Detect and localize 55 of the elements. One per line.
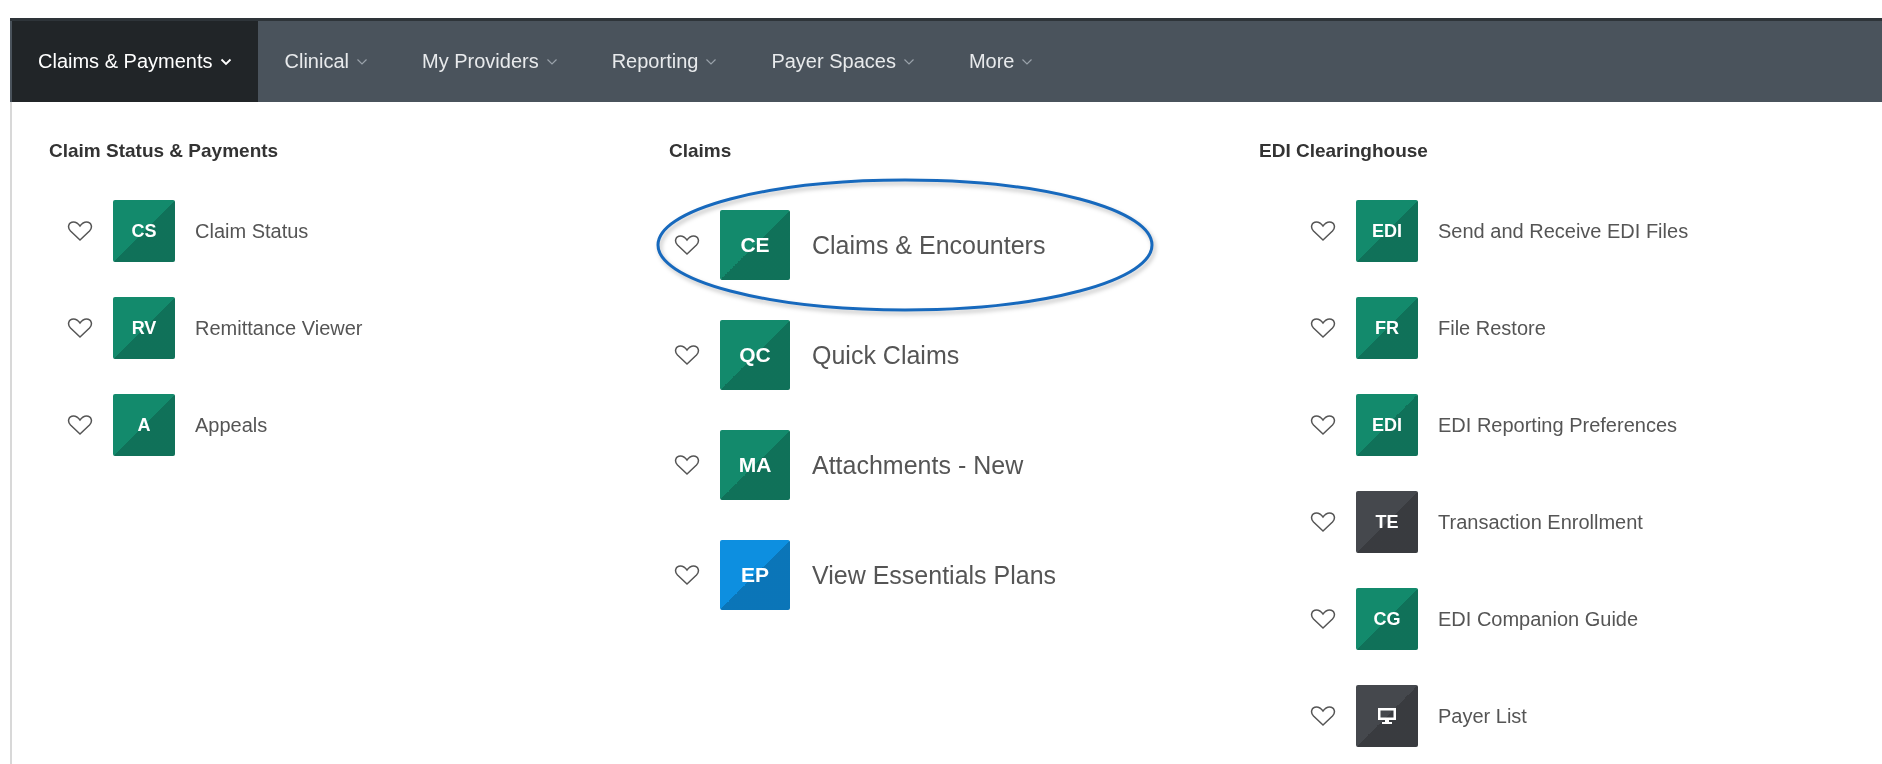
app-tile[interactable]: EDI xyxy=(1356,394,1418,456)
nav-tab[interactable]: Clinical xyxy=(257,21,395,102)
section-heading: EDI Clearinghouse xyxy=(1259,140,1429,162)
monitor-icon xyxy=(1377,707,1397,725)
app-tile[interactable]: TE xyxy=(1356,491,1418,553)
menu-link[interactable]: EDI Reporting Preferences xyxy=(1438,413,1677,437)
app-tile[interactable]: A xyxy=(113,394,175,456)
section-heading: Claim Status & Payments xyxy=(49,140,280,162)
heart-icon[interactable] xyxy=(674,234,700,256)
heart-icon[interactable] xyxy=(67,220,93,242)
nav-tab[interactable]: My Providers xyxy=(394,21,585,102)
menu-link[interactable]: Appeals xyxy=(195,413,268,437)
app-tile[interactable]: CS xyxy=(113,200,175,262)
heart-icon[interactable] xyxy=(67,414,93,436)
chevron-icon xyxy=(902,57,915,66)
app-tile[interactable]: EP xyxy=(720,540,790,610)
menu-link[interactable]: Attachments - New xyxy=(812,450,1024,480)
app-tile[interactable]: MA xyxy=(720,430,790,500)
heart-icon[interactable] xyxy=(1310,220,1336,242)
menu-link[interactable]: Payer List xyxy=(1438,704,1527,728)
menu-link[interactable]: Transaction Enrollment xyxy=(1438,510,1643,534)
chevron-icon xyxy=(355,57,368,66)
menu-link[interactable]: Remittance Viewer xyxy=(195,316,363,340)
app-tile[interactable]: QC xyxy=(720,320,790,390)
nav-tab[interactable]: More xyxy=(941,21,1061,102)
app-tile[interactable]: EDI xyxy=(1356,200,1418,262)
app-tile[interactable]: RV xyxy=(113,297,175,359)
nav-tab[interactable]: Payer Spaces xyxy=(744,21,942,102)
app-tile[interactable]: CG xyxy=(1356,588,1418,650)
heart-icon[interactable] xyxy=(674,344,700,366)
menu-link[interactable]: EDI Companion Guide xyxy=(1438,607,1639,631)
heart-icon[interactable] xyxy=(1310,705,1336,727)
menu-link[interactable]: Claims & Encounters xyxy=(812,230,1046,260)
heart-icon[interactable] xyxy=(1310,608,1336,630)
nav-tab[interactable]: Reporting xyxy=(584,21,745,102)
app-tile[interactable] xyxy=(1356,685,1418,747)
heart-icon[interactable] xyxy=(674,454,700,476)
app-tile[interactable]: FR xyxy=(1356,297,1418,359)
heart-icon[interactable] xyxy=(67,317,93,339)
chevron-icon xyxy=(545,57,558,66)
chevron-icon xyxy=(219,57,232,66)
section-heading: Claims xyxy=(669,140,733,162)
heart-icon[interactable] xyxy=(674,564,700,586)
menu-link[interactable]: Claim Status xyxy=(195,219,309,243)
heart-icon[interactable] xyxy=(1310,317,1336,339)
app-tile[interactable]: CE xyxy=(720,210,790,280)
menu-link[interactable]: View Essentials Plans xyxy=(812,560,1057,590)
chevron-icon xyxy=(1021,57,1034,66)
menu-link[interactable]: Quick Claims xyxy=(812,340,960,370)
menu-link[interactable]: File Restore xyxy=(1438,316,1546,340)
chevron-icon xyxy=(705,57,718,66)
heart-icon[interactable] xyxy=(1310,511,1336,533)
heart-icon[interactable] xyxy=(1310,414,1336,436)
menu-link[interactable]: Send and Receive EDI Files xyxy=(1438,219,1689,243)
nav-tab[interactable]: Claims & Payments xyxy=(12,21,258,102)
